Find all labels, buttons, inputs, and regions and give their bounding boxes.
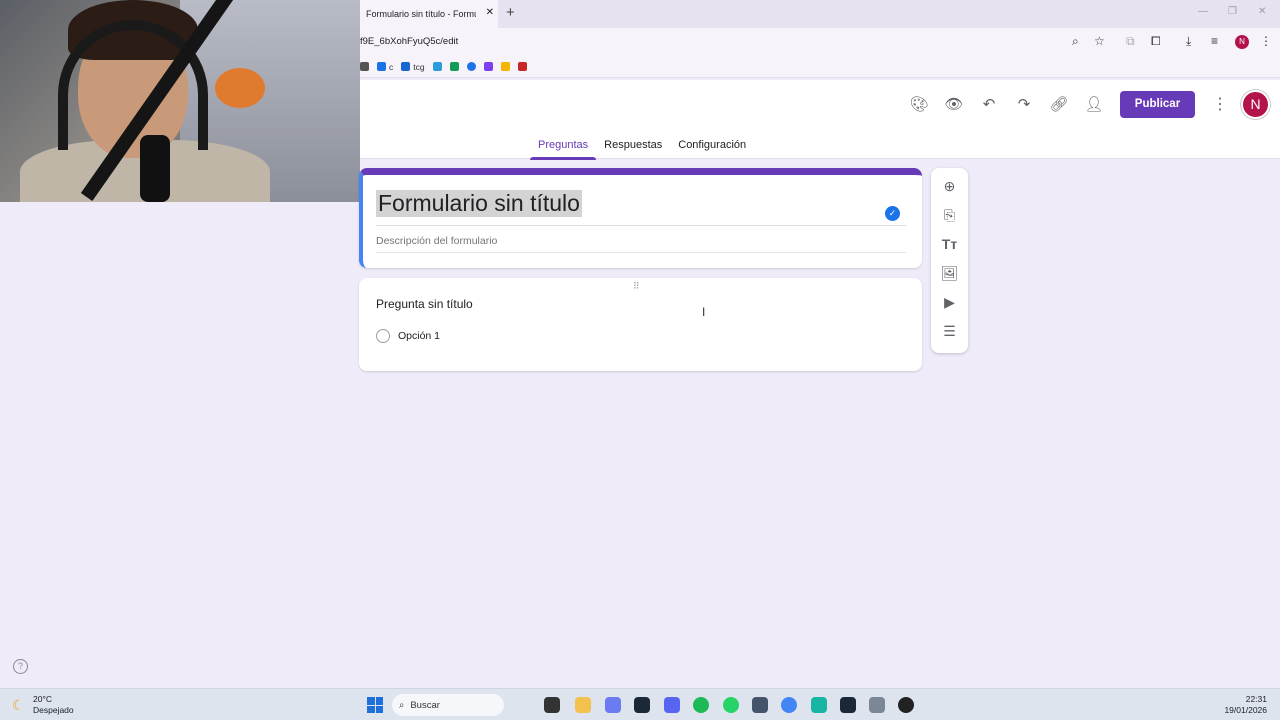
option-label[interactable]: Opción 1 <box>398 330 440 342</box>
taskbar-search[interactable]: ⌕ Buscar <box>392 694 504 716</box>
preview-eye-icon[interactable]: 👁︎ <box>944 95 964 115</box>
minimize-icon[interactable]: — <box>1198 6 1208 17</box>
bookmark-item[interactable]: tcg <box>401 62 425 72</box>
clock-time[interactable]: 22:31 <box>1246 694 1267 704</box>
microphone <box>140 135 170 202</box>
tab-responses[interactable]: Respuestas <box>596 133 670 160</box>
obs-icon[interactable] <box>898 697 914 713</box>
browser-tab[interactable]: Formulario sin título - Formulario ✕ <box>360 0 498 28</box>
restore-icon[interactable]: ❐ <box>1228 6 1237 17</box>
start-button[interactable] <box>367 697 383 713</box>
add-video-icon[interactable]: ▶ <box>940 293 959 312</box>
help-icon[interactable]: ? <box>13 659 28 674</box>
search-placeholder: Buscar <box>410 699 440 711</box>
bookmark-item[interactable] <box>449 62 459 71</box>
publish-button[interactable]: Publicar <box>1120 91 1195 118</box>
add-title-icon[interactable]: Tт <box>940 235 959 254</box>
question-title[interactable]: Pregunta sin título <box>376 297 473 311</box>
bookmark-item[interactable] <box>483 62 493 71</box>
url-field[interactable]: f9E_6bXohFyuQ5c/edit <box>360 36 458 47</box>
close-window-icon[interactable]: ✕ <box>1258 6 1266 17</box>
forms-header: 🎨︎ 👁︎ ↶ ↷ 🔗︎ 👤︎ Publicar ⋮ N Preguntas R… <box>360 80 1280 160</box>
spotify-icon[interactable] <box>693 697 709 713</box>
download-icon[interactable]: ⤓ <box>1186 34 1191 49</box>
account-avatar[interactable]: N <box>1241 90 1270 119</box>
weather-temperature[interactable]: 20°C <box>33 694 52 704</box>
clock-date[interactable]: 19/01/2026 <box>1224 705 1267 715</box>
text-cursor-icon: I <box>702 305 706 319</box>
drag-handle-icon[interactable]: ⠿ <box>633 281 641 292</box>
bookmark-item[interactable] <box>360 62 369 71</box>
steam-icon[interactable] <box>634 697 650 713</box>
address-bar: f9E_6bXohFyuQ5c/edit ⌕ ☆ ⧉ ⧠ ⤓ ≡ N ⋮ <box>360 28 1280 56</box>
bookmark-item[interactable] <box>466 62 476 71</box>
media-icon[interactable]: ≡ <box>1211 34 1218 48</box>
palette-icon[interactable]: 🎨︎ <box>909 95 929 115</box>
add-collaborator-icon[interactable]: 👤︎ <box>1084 95 1104 115</box>
steam-alt-icon[interactable] <box>840 697 856 713</box>
add-question-icon[interactable]: ⊕ <box>940 177 959 196</box>
link-icon[interactable]: 🔗︎ <box>1049 95 1069 115</box>
bookmark-item[interactable] <box>500 62 510 71</box>
close-tab-icon[interactable]: ✕ <box>486 7 494 18</box>
form-title-card[interactable]: Formulario sin título ✓ Descripción del … <box>359 168 922 268</box>
bookmark-item[interactable] <box>517 62 527 71</box>
extensions-icon[interactable]: ⧠ <box>1151 34 1161 49</box>
more-options-icon[interactable]: ⋮ <box>1212 94 1228 114</box>
tab-settings[interactable]: Configuración <box>670 133 754 160</box>
moon-weather-icon[interactable]: ☾ <box>12 697 25 714</box>
description-underline <box>376 252 906 253</box>
bookmark-star-icon[interactable]: ☆ <box>1094 34 1105 48</box>
bookmark-item[interactable] <box>432 62 442 71</box>
chrome-icon[interactable] <box>781 697 797 713</box>
browser-profile-avatar[interactable]: N <box>1235 35 1249 49</box>
weather-description[interactable]: Despejado <box>33 705 74 715</box>
form-description-input[interactable]: Descripción del formulario <box>376 235 497 247</box>
bookmarks-bar: c tcg <box>360 56 1280 78</box>
plush-toy <box>215 68 265 108</box>
settings-gear-icon[interactable] <box>869 697 885 713</box>
whatsapp-icon[interactable] <box>723 697 739 713</box>
add-image-icon[interactable]: 🖼︎ <box>940 264 959 283</box>
form-title-input[interactable]: Formulario sin título <box>376 190 582 217</box>
extension-code-icon[interactable]: ⧉ <box>1126 34 1135 49</box>
search-icon: ⌕ <box>399 699 405 711</box>
import-questions-icon[interactable]: ⎘ <box>940 206 959 225</box>
browser-tab-title: Formulario sin título - Formulario <box>366 9 476 19</box>
zoom-icon[interactable]: ⌕ <box>1072 34 1079 49</box>
new-tab-icon[interactable]: + <box>506 4 515 21</box>
question-card[interactable]: ⠿ Pregunta sin título Opción 1 <box>359 278 922 371</box>
file-explorer-icon[interactable] <box>575 697 591 713</box>
browser-tab-bar: Formulario sin título - Formulario ✕ + —… <box>360 0 1280 28</box>
title-underline <box>376 225 906 226</box>
browser-menu-icon[interactable]: ⋮ <box>1260 34 1272 48</box>
copilot-icon[interactable] <box>605 697 621 713</box>
tab-questions[interactable]: Preguntas <box>530 133 597 160</box>
side-toolbar: ⊕ ⎘ Tт 🖼︎ ▶ ☰ <box>931 168 968 353</box>
bookmark-item[interactable]: c <box>377 62 393 72</box>
forms-tabs: Preguntas Respuestas Configuración <box>530 133 754 160</box>
undo-icon[interactable]: ↶ <box>979 95 999 115</box>
redo-icon[interactable]: ↷ <box>1014 95 1034 115</box>
taskview-icon[interactable] <box>544 697 560 713</box>
check-icon: ✓ <box>885 206 900 221</box>
taskbar: ☾ 20°C Despejado ⌕ Buscar 22:31 19/01/20… <box>0 688 1280 720</box>
app-icon[interactable] <box>811 697 827 713</box>
webcam-overlay <box>0 0 360 202</box>
radio-option-icon <box>376 329 390 343</box>
discord-icon[interactable] <box>664 697 680 713</box>
calculator-icon[interactable] <box>752 697 768 713</box>
add-section-icon[interactable]: ☰ <box>940 322 959 341</box>
